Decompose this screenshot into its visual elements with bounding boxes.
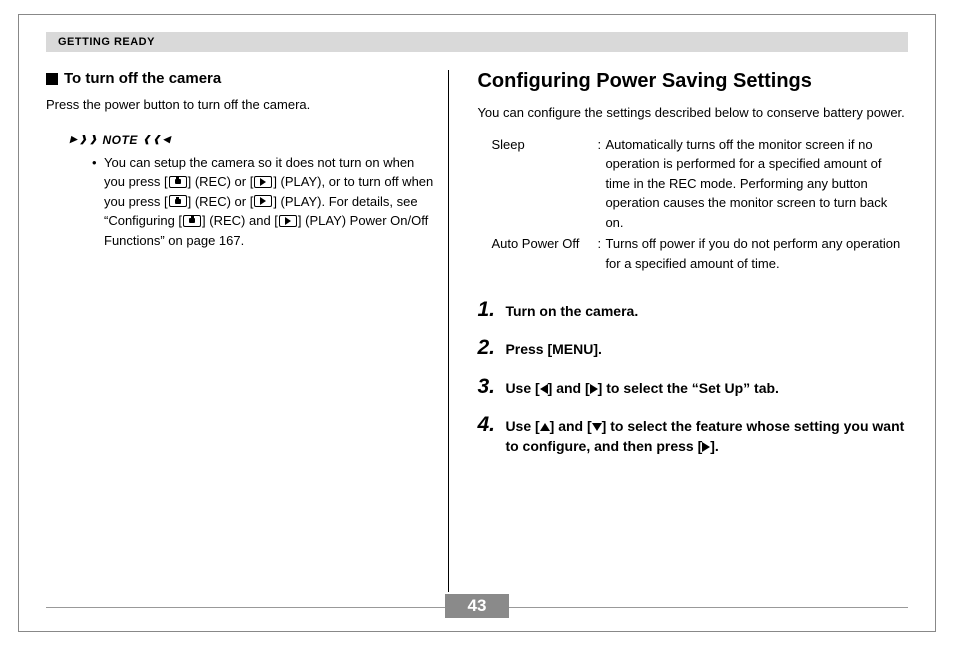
note-header: ▶❱❱ NOTE ❰❰◀ bbox=[70, 133, 435, 147]
note-left-decor-icon: ▶❱❱ bbox=[70, 135, 98, 144]
note-label: NOTE bbox=[103, 133, 138, 147]
def-term: Auto Power Off bbox=[491, 234, 597, 273]
play-icon bbox=[254, 195, 272, 207]
def-desc: Automatically turns off the monitor scre… bbox=[605, 135, 908, 233]
step-text: Press [MENU]. bbox=[505, 337, 601, 359]
note-text-2: ] (REC) or [ bbox=[188, 174, 254, 189]
step-text: Turn on the camera. bbox=[505, 299, 638, 321]
definitions-table: Sleep : Automatically turns off the moni… bbox=[491, 135, 908, 274]
step-number: 3. bbox=[477, 376, 505, 397]
play-icon bbox=[254, 176, 272, 188]
step3-mid: ] and [ bbox=[548, 380, 590, 396]
play-icon bbox=[279, 215, 297, 227]
subheading-turn-off: To turn off the camera bbox=[46, 70, 435, 87]
section-header: GETTING READY bbox=[46, 32, 908, 52]
step4-pre: Use [ bbox=[505, 418, 539, 434]
up-arrow-icon bbox=[540, 423, 550, 431]
rec-icon bbox=[169, 195, 187, 207]
step-number: 1. bbox=[477, 299, 505, 320]
step-3: 3. Use [ ] and [ ] to select the “Set Up” … bbox=[477, 376, 908, 398]
left-arrow-icon bbox=[540, 384, 548, 394]
step-text: Use [] and [] to select the feature whos… bbox=[505, 414, 908, 457]
down-arrow-icon bbox=[592, 423, 602, 431]
def-colon: : bbox=[597, 234, 605, 273]
steps-list: 1. Turn on the camera. 2. Press [MENU]. … bbox=[477, 299, 908, 456]
def-row-auto-power-off: Auto Power Off : Turns off power if you … bbox=[491, 234, 908, 273]
step-text: Use [ ] and [ ] to select the “Set Up” tab… bbox=[505, 376, 778, 398]
footer: 43 bbox=[46, 592, 908, 618]
def-row-sleep: Sleep : Automatically turns off the moni… bbox=[491, 135, 908, 233]
right-column: Configuring Power Saving Settings You ca… bbox=[455, 70, 908, 586]
step-1: 1. Turn on the camera. bbox=[477, 299, 908, 321]
step-number: 2. bbox=[477, 337, 505, 358]
note-item: You can setup the camera so it does not … bbox=[92, 153, 435, 251]
intro-text: You can configure the settings described… bbox=[477, 103, 908, 123]
main-heading: Configuring Power Saving Settings bbox=[477, 70, 908, 93]
note-right-decor-icon: ❰❰◀ bbox=[143, 135, 171, 144]
subheading-text: To turn off the camera bbox=[64, 70, 221, 87]
turn-off-body: Press the power button to turn off the c… bbox=[46, 95, 435, 115]
right-arrow-icon bbox=[590, 384, 598, 394]
rec-icon bbox=[169, 176, 187, 188]
rec-icon bbox=[183, 215, 201, 227]
def-colon: : bbox=[597, 135, 605, 233]
step4-post: ]. bbox=[710, 438, 719, 454]
def-term: Sleep bbox=[491, 135, 597, 233]
step-number: 4. bbox=[477, 414, 505, 435]
step3-pre: Use [ bbox=[505, 380, 539, 396]
content-columns: To turn off the camera Press the power b… bbox=[46, 70, 908, 586]
note-text-6: ] (REC) and [ bbox=[202, 213, 278, 228]
square-bullet-icon bbox=[46, 73, 58, 85]
step4-mid: ] and [ bbox=[550, 418, 592, 434]
step-2: 2. Press [MENU]. bbox=[477, 337, 908, 359]
def-desc: Turns off power if you do not perform an… bbox=[605, 234, 908, 273]
note-list: You can setup the camera so it does not … bbox=[92, 153, 435, 251]
step-4: 4. Use [] and [] to select the feature w… bbox=[477, 414, 908, 457]
left-column: To turn off the camera Press the power b… bbox=[46, 70, 455, 586]
step3-post: ] to select the “Set Up” tab. bbox=[598, 380, 779, 396]
section-header-text: GETTING READY bbox=[58, 36, 155, 48]
page-number: 43 bbox=[445, 594, 509, 618]
note-text-4: ] (REC) or [ bbox=[188, 194, 254, 209]
